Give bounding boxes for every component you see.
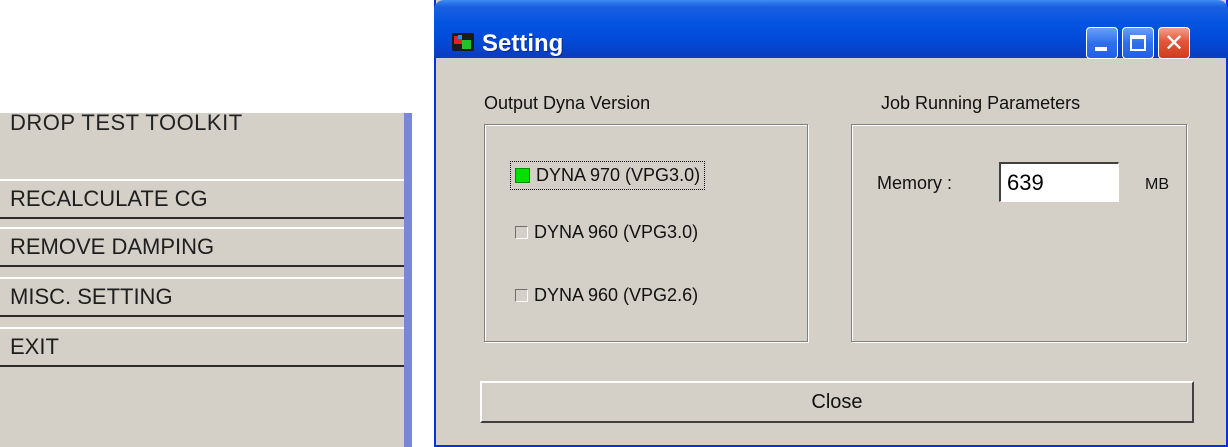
unchecked-box-icon xyxy=(515,289,528,302)
option-dyna960-vpg30[interactable]: DYNA 960 (VPG3.0) xyxy=(515,222,698,243)
job-group-box xyxy=(851,124,1187,342)
option-label: DYNA 960 (VPG2.6) xyxy=(534,285,699,305)
minimize-button[interactable] xyxy=(1086,27,1118,59)
remove-damping-button[interactable]: REMOVE DAMPING xyxy=(0,227,404,267)
close-button[interactable]: Close xyxy=(480,381,1194,423)
minimize-icon xyxy=(1095,47,1107,51)
app-icon xyxy=(452,33,474,51)
option-label: DYNA 970 (VPG3.0) xyxy=(536,165,701,185)
misc-setting-button[interactable]: MISC. SETTING xyxy=(0,277,404,317)
exit-button[interactable]: EXIT xyxy=(0,327,404,367)
checked-box-icon xyxy=(515,168,530,183)
memory-label: Memory : xyxy=(877,173,953,193)
memory-input[interactable] xyxy=(999,162,1119,202)
window-title: Setting xyxy=(482,30,564,57)
option-label: DYNA 960 (VPG3.0) xyxy=(534,222,699,242)
recalculate-cg-button[interactable]: RECALCULATE CG xyxy=(0,179,404,219)
setting-window: Setting ✕ Output Dyna Version DYNA 970 (… xyxy=(434,0,1228,447)
job-group-title: Job Running Parameters xyxy=(881,93,1081,113)
close-icon: ✕ xyxy=(1163,29,1185,57)
option-dyna970-vpg30[interactable]: DYNA 970 (VPG3.0) xyxy=(510,161,706,190)
option-dyna960-vpg26[interactable]: DYNA 960 (VPG2.6) xyxy=(515,285,698,306)
maximize-icon xyxy=(1130,35,1146,51)
maximize-button[interactable] xyxy=(1122,27,1154,59)
toolkit-panel: DROP TEST TOOLKIT RECALCULATE CG REMOVE … xyxy=(0,113,404,447)
unchecked-box-icon xyxy=(515,226,528,239)
toolkit-title: DROP TEST TOOLKIT xyxy=(10,113,243,135)
panel-edge-stripe xyxy=(404,113,412,447)
output-group-title: Output Dyna Version xyxy=(484,93,651,113)
title-bar[interactable]: Setting ✕ xyxy=(434,0,1228,59)
window-close-button[interactable]: ✕ xyxy=(1158,27,1190,59)
memory-unit: MB xyxy=(1145,176,1169,193)
